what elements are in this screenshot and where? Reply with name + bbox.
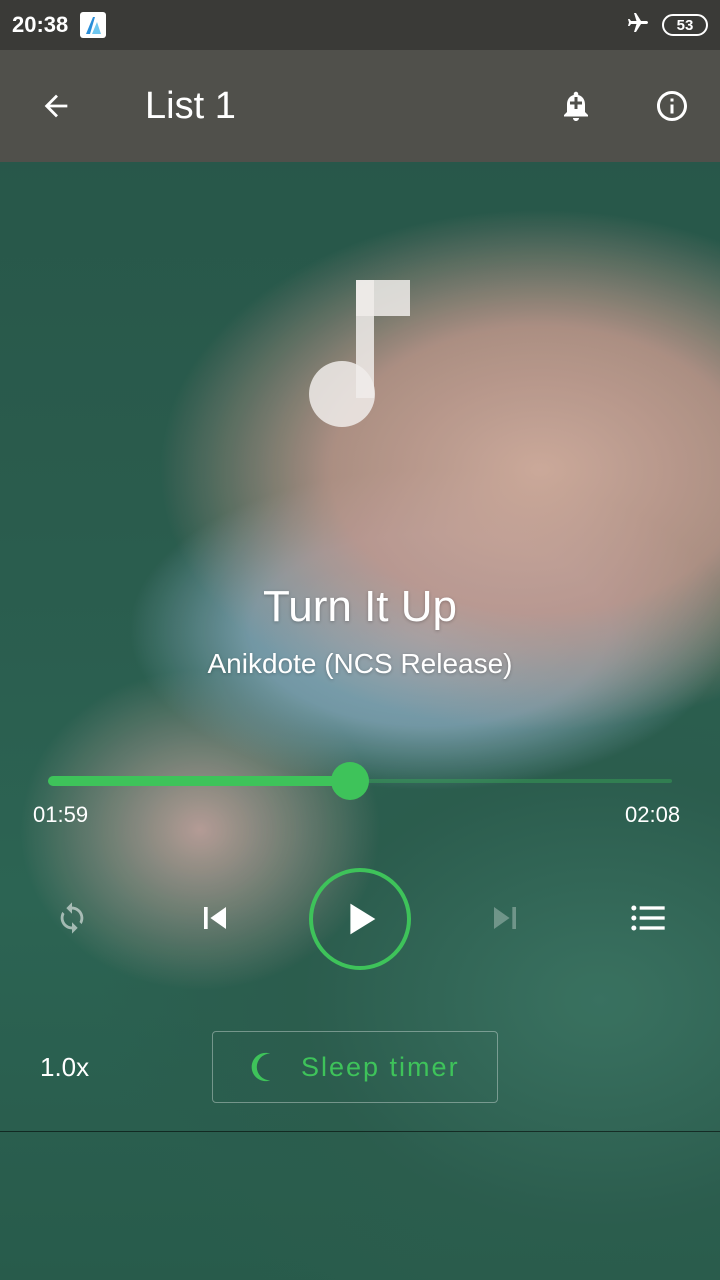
status-time: 20:38 xyxy=(12,12,69,37)
info-icon xyxy=(657,91,687,121)
page-title: List 1 xyxy=(145,84,236,127)
music-note-icon xyxy=(309,280,410,427)
sleep-timer-label: Sleep timer xyxy=(301,1051,460,1082)
app-logo-icon xyxy=(80,12,107,38)
next-button[interactable] xyxy=(477,890,533,946)
seek-bar[interactable] xyxy=(48,762,672,800)
repeat-button[interactable] xyxy=(44,890,100,946)
play-button[interactable] xyxy=(309,868,411,970)
moon-icon xyxy=(251,1052,271,1082)
skip-next-icon xyxy=(494,907,516,929)
status-bar: 20:38 53 xyxy=(0,0,720,50)
add-alarm-icon xyxy=(564,91,588,121)
previous-button[interactable] xyxy=(187,890,243,946)
current-time: 01:59 xyxy=(33,802,89,827)
play-icon xyxy=(350,903,376,935)
battery-level: 53 xyxy=(676,16,694,34)
battery-icon: 53 xyxy=(662,14,708,36)
back-button[interactable] xyxy=(28,78,84,134)
track-title: Turn It Up xyxy=(263,582,457,631)
back-arrow-icon xyxy=(44,94,68,118)
total-time: 02:08 xyxy=(625,802,681,827)
toolbar: List 1 xyxy=(0,50,720,162)
add-alarm-button[interactable] xyxy=(548,78,604,134)
queue-button[interactable] xyxy=(620,890,676,946)
queue-list-icon xyxy=(631,905,665,931)
track-artist: Anikdote (NCS Release) xyxy=(207,648,513,679)
airplane-mode-icon xyxy=(624,11,652,39)
info-button[interactable] xyxy=(644,78,700,134)
playback-speed-button[interactable]: 1.0x xyxy=(40,1052,89,1083)
seek-thumb[interactable] xyxy=(331,762,370,800)
skip-previous-icon xyxy=(204,907,226,929)
sleep-timer-button[interactable]: Sleep timer xyxy=(212,1031,498,1103)
repeat-icon xyxy=(60,902,84,934)
divider xyxy=(0,1131,720,1132)
seek-progress xyxy=(48,776,351,786)
